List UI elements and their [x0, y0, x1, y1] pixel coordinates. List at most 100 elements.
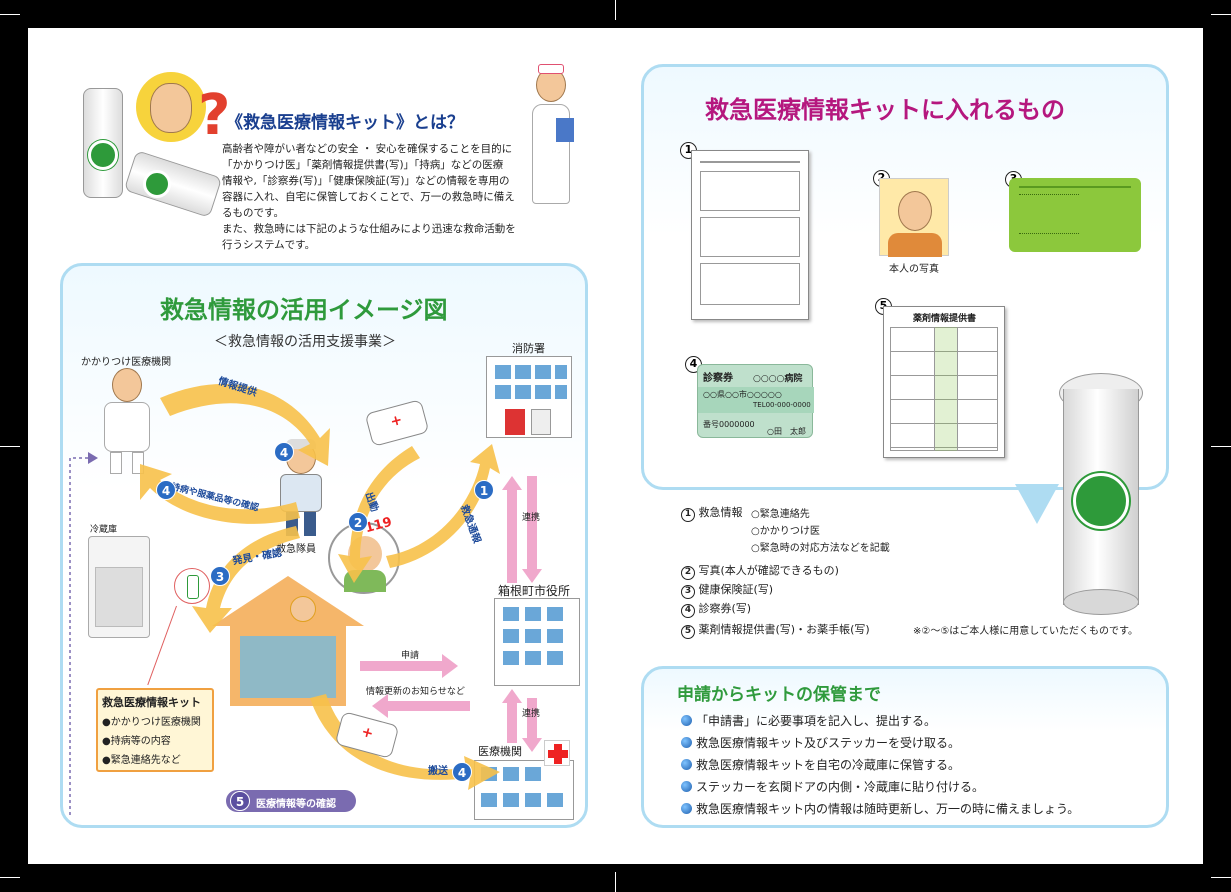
step-label-medical-info-confirm: 医療情報等の確認: [256, 799, 336, 810]
list-item-1-detail: ○緊急時の対応方法などを記載: [751, 543, 890, 554]
intro-line: また、救急時には下記のような仕組みにより迅速な救命活動を: [222, 223, 516, 235]
process-item-text: 「申請書」に必要事項を記入し、提出する。: [696, 714, 937, 728]
kit-info-box-item: ●緊急連絡先など: [102, 755, 181, 766]
update-arrow: [386, 701, 470, 711]
kit-canister-logo: [143, 170, 171, 198]
list-item-1: 1 救急情報: [681, 504, 743, 522]
process-item-text: 救急医療情報キットを自宅の冷蔵庫に保管する。: [696, 758, 961, 772]
card-name: ○田 太郎: [767, 427, 806, 436]
emergency-info-form: [691, 150, 809, 320]
step-number-4c: 4: [452, 762, 472, 782]
process-item: 「申請書」に必要事項を記入し、提出する。: [681, 710, 1151, 732]
step-label-transport: 搬送: [428, 766, 448, 777]
card-text: 診察券: [703, 373, 733, 384]
intro-title: 《救急医療情報キット》とは？: [226, 113, 464, 133]
intro-line: 「かかりつけ医」「薬剤情報提供書(写)」「持病」などの医療: [222, 159, 504, 171]
fire-station-label: 消防署: [512, 342, 545, 355]
bullet-icon: [681, 781, 692, 792]
bullet-icon: [681, 715, 692, 726]
process-item-text: ステッカーを玄関ドアの内側・冷蔵庫に貼り付ける。: [696, 780, 985, 794]
list-item-1-detail: ○緊急連絡先: [751, 509, 810, 520]
renkei-label-lower: 連携: [522, 709, 541, 719]
list-num-3: 3: [681, 585, 695, 599]
diagram-title: 救急情報の活用イメージ図: [160, 296, 448, 324]
right-page: 救急医療情報キットに入れるもの 1 2 本人の写真 3 4 診察券 ○○○○病院…: [615, 28, 1203, 864]
list-item-1-label: 救急情報: [698, 506, 743, 519]
kit-info-box-title: 救急医療情報キット: [102, 696, 201, 709]
step-number-3: 3: [210, 566, 230, 586]
arrow-find-confirm: [192, 526, 300, 633]
renkei-up-arrow: [507, 488, 517, 583]
kit-info-box-item: ●持病等の内容: [102, 736, 171, 747]
crop-mark: [0, 877, 20, 878]
kit-canister-illustration: [123, 150, 223, 218]
list-num-1: 1: [681, 508, 695, 522]
bullet-icon: [681, 759, 692, 770]
list-item-5: 5 薬剤情報提供書(写)・お薬手帳(写): [681, 621, 870, 639]
intro-body: 高齢者や障がい者などの安全 ・ 安心を確保することを目的に 「かかりつけ医」「薬…: [222, 141, 542, 253]
bullet-icon: [681, 737, 692, 748]
process-list: 「申請書」に必要事項を記入し、提出する。 救急医療情報キット及びステッカーを受け…: [681, 710, 1151, 820]
arrow-info-provide: [160, 383, 330, 466]
contents-title: 救急医療情報キットに入れるもの: [705, 96, 1065, 124]
list-item-3-label: 健康保険証(写): [698, 583, 774, 596]
step-number-1: 1: [474, 480, 494, 500]
list-item-1-detail: ○かかりつけ医: [751, 526, 820, 537]
update-notice-label: 情報更新のお知らせなど: [366, 687, 465, 697]
kit-info-box-item: ●かかりつけ医療機関: [102, 717, 201, 728]
list-item-2: 2 写真(本人が確認できるもの): [681, 562, 839, 580]
list-num-5: 5: [681, 625, 695, 639]
process-item: 救急医療情報キットを自宅の冷蔵庫に保管する。: [681, 754, 1151, 776]
crop-mark: [0, 14, 20, 15]
photo-caption: 本人の写真: [889, 264, 939, 275]
card-tel: TEL00-000-0000: [753, 401, 811, 409]
list-item-2-label: 写真(本人が確認できるもの): [698, 564, 839, 577]
intro-line: るものです。: [222, 207, 284, 219]
renkei2-down-arrow: [527, 698, 537, 740]
list-item-4: 4 診察券(写): [681, 600, 751, 618]
kit-canister-logo: [88, 140, 118, 170]
process-item-text: 救急医療情報キット内の情報は随時更新し、万一の時に備えましょう。: [696, 802, 1080, 816]
renkei-down-arrow: [527, 476, 537, 571]
step-number-4b: 4: [156, 480, 176, 500]
list-num-2: 2: [681, 566, 695, 580]
crop-mark: [1211, 446, 1231, 447]
list-item-5-label: 薬剤情報提供書(写)・お薬手帳(写): [698, 623, 870, 636]
intro-line: 情報や,「診察券(写)」「健康保険証(写)」などの情報を専用の: [222, 175, 510, 187]
step-number-4a: 4: [274, 442, 294, 462]
card-hospital: ○○○○病院: [753, 374, 803, 384]
apply-label: 申請: [401, 651, 420, 661]
card-number: 番号0000000: [703, 420, 755, 429]
process-item-text: 救急医療情報キット及びステッカーを受け取る。: [696, 736, 961, 750]
step-number-2: 2: [348, 512, 368, 532]
left-page: ? 《救急医療情報キット》とは？ 高齢者や障がい者などの安全 ・ 安心を確保する…: [28, 28, 616, 864]
card-address: ○○県○○市○○○○○: [703, 390, 782, 399]
diagram-subtitle: ＜救急情報の活用支援事業＞: [214, 334, 396, 350]
list-num-4: 4: [681, 604, 695, 618]
crop-mark: [1211, 14, 1231, 15]
list-note: ※②～⑤はご本人様に用意していただくものです。: [913, 626, 1139, 637]
crop-mark: [615, 872, 616, 892]
process-item: 救急医療情報キット及びステッカーを受け取る。: [681, 732, 1151, 754]
renkei-label-upper: 連携: [522, 513, 541, 523]
step-number-5: 5: [230, 791, 250, 811]
intro-line: 容器に入れ、自宅に保管しておくことで、万一の救急時に備え: [222, 191, 515, 203]
person-photo: [879, 178, 949, 257]
contents-list: 1 救急情報 ○緊急連絡先 ○かかりつけ医 ○緊急時の対応方法などを記載 2 写…: [681, 504, 1181, 644]
crop-mark: [1211, 877, 1231, 878]
crop-mark: [615, 0, 616, 20]
elderly-man-face: [150, 83, 192, 133]
list-item-4-label: 診察券(写): [698, 602, 752, 615]
process-item: 救急医療情報キット内の情報は随時更新し、万一の時に備えましょう。: [681, 798, 1151, 820]
crop-mark: [0, 446, 20, 447]
renkei2-up-arrow: [507, 701, 517, 743]
bullet-icon: [681, 803, 692, 814]
pharmacy-title: 薬剤情報提供書: [913, 314, 977, 324]
process-title: 申請からキットの保管まで: [677, 685, 881, 705]
process-item: ステッカーを玄関ドアの内側・冷蔵庫に貼り付ける。: [681, 776, 1151, 798]
intro-line: 行うシステムです。: [222, 239, 316, 251]
intro-line: 高齢者や障がい者などの安全 ・ 安心を確保することを目的に: [222, 143, 513, 155]
pharmacy-info-sheet: [883, 306, 1005, 458]
health-insurance-card: [1009, 178, 1141, 252]
list-item-3: 3 健康保険証(写): [681, 581, 773, 599]
